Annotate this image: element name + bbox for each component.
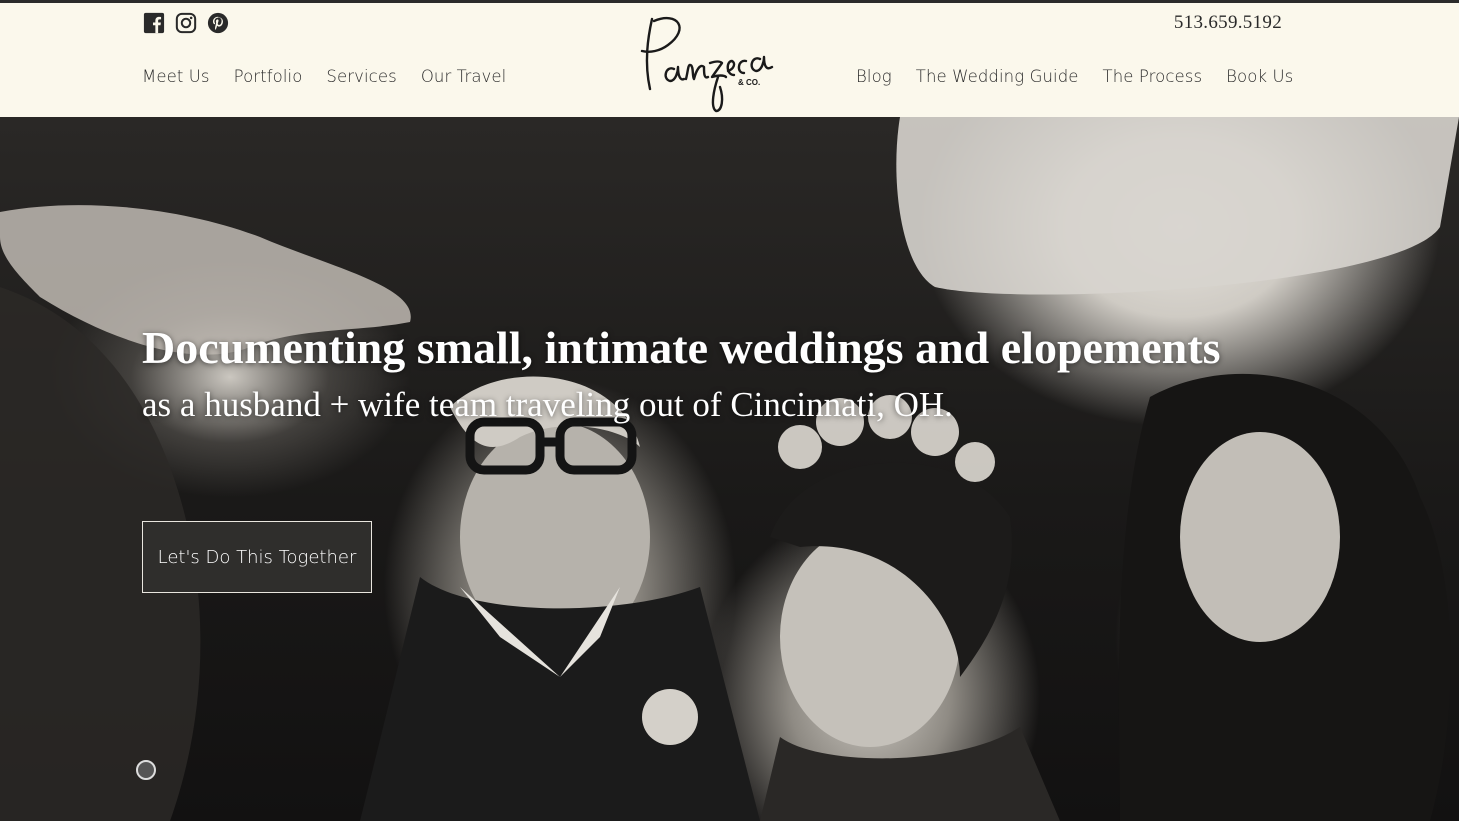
social-links xyxy=(143,12,229,34)
pinterest-icon[interactable] xyxy=(207,12,229,34)
nav-the-process[interactable]: The Process xyxy=(1103,67,1203,86)
logo-sub: & CO. xyxy=(738,78,760,87)
nav-meet-us[interactable]: Meet Us xyxy=(142,67,210,86)
phone-number[interactable]: 513.659.5192 xyxy=(1174,12,1282,34)
hero-subline: as a husband + wife team traveling out o… xyxy=(142,385,953,424)
nav-wedding-guide[interactable]: The Wedding Guide xyxy=(916,67,1079,86)
primary-nav-left: Meet Us Portfolio Services Our Travel xyxy=(142,67,506,86)
instagram-icon[interactable] xyxy=(175,12,197,34)
hero-section: Documenting small, intimate weddings and… xyxy=(0,117,1459,821)
nav-blog[interactable]: Blog xyxy=(856,67,892,86)
facebook-icon[interactable] xyxy=(143,12,165,34)
nav-portfolio[interactable]: Portfolio xyxy=(234,67,303,86)
hero-photo xyxy=(0,117,1459,821)
cta-button[interactable]: Let's Do This Together xyxy=(142,521,372,593)
site-logo[interactable]: & CO. xyxy=(630,7,790,115)
chat-launcher-dot[interactable] xyxy=(136,760,156,780)
nav-services[interactable]: Services xyxy=(326,67,396,86)
hero-headline: Documenting small, intimate weddings and… xyxy=(142,322,1221,373)
site-header: Meet Us Portfolio Services Our Travel & … xyxy=(0,3,1459,117)
nav-our-travel[interactable]: Our Travel xyxy=(421,67,507,86)
nav-book-us[interactable]: Book Us xyxy=(1226,67,1293,86)
primary-nav-right: Blog The Wedding Guide The Process Book … xyxy=(856,67,1293,86)
